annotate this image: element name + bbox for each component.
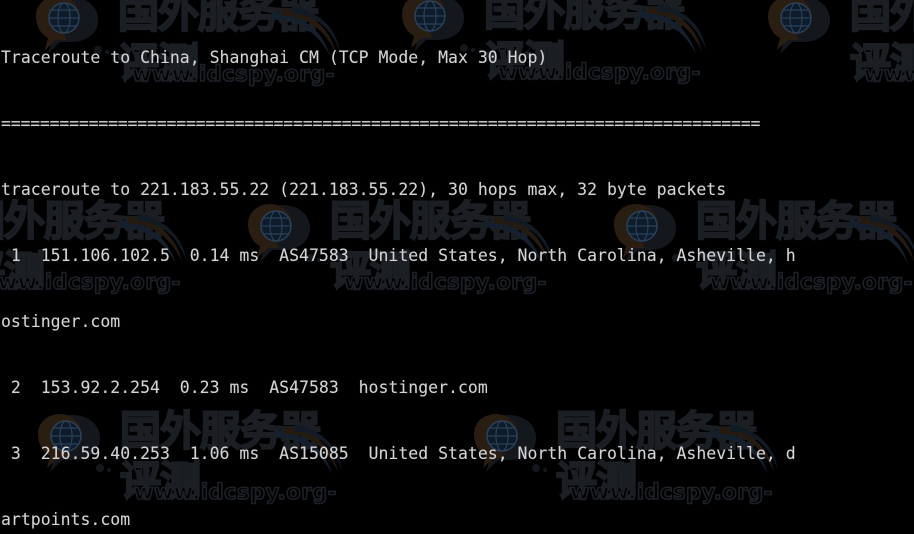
terminal-window: 国外服务器评测 -www.idcspy.org- 国外服务器评测 -www.id… <box>0 0 914 534</box>
output-line-title: Traceroute to China, Shanghai CM (TCP Mo… <box>1 48 548 67</box>
output-line-hop-3-wrap: artpoints.com <box>1 510 131 529</box>
output-line-separator: ========================================… <box>1 114 761 133</box>
output-line-summary: traceroute to 221.183.55.22 (221.183.55.… <box>1 180 727 199</box>
output-line-hop-1-wrap: ostinger.com <box>1 312 121 331</box>
output-line-hop-3: 3 216.59.40.253 1.06 ms AS15085 United S… <box>1 444 796 463</box>
output-line-hop-1: 1 151.106.102.5 0.14 ms AS47583 United S… <box>1 246 796 265</box>
traceroute-output: Traceroute to China, Shanghai CM (TCP Mo… <box>0 0 914 534</box>
output-line-hop-2: 2 153.92.2.254 0.23 ms AS47583 hostinger… <box>1 378 488 397</box>
